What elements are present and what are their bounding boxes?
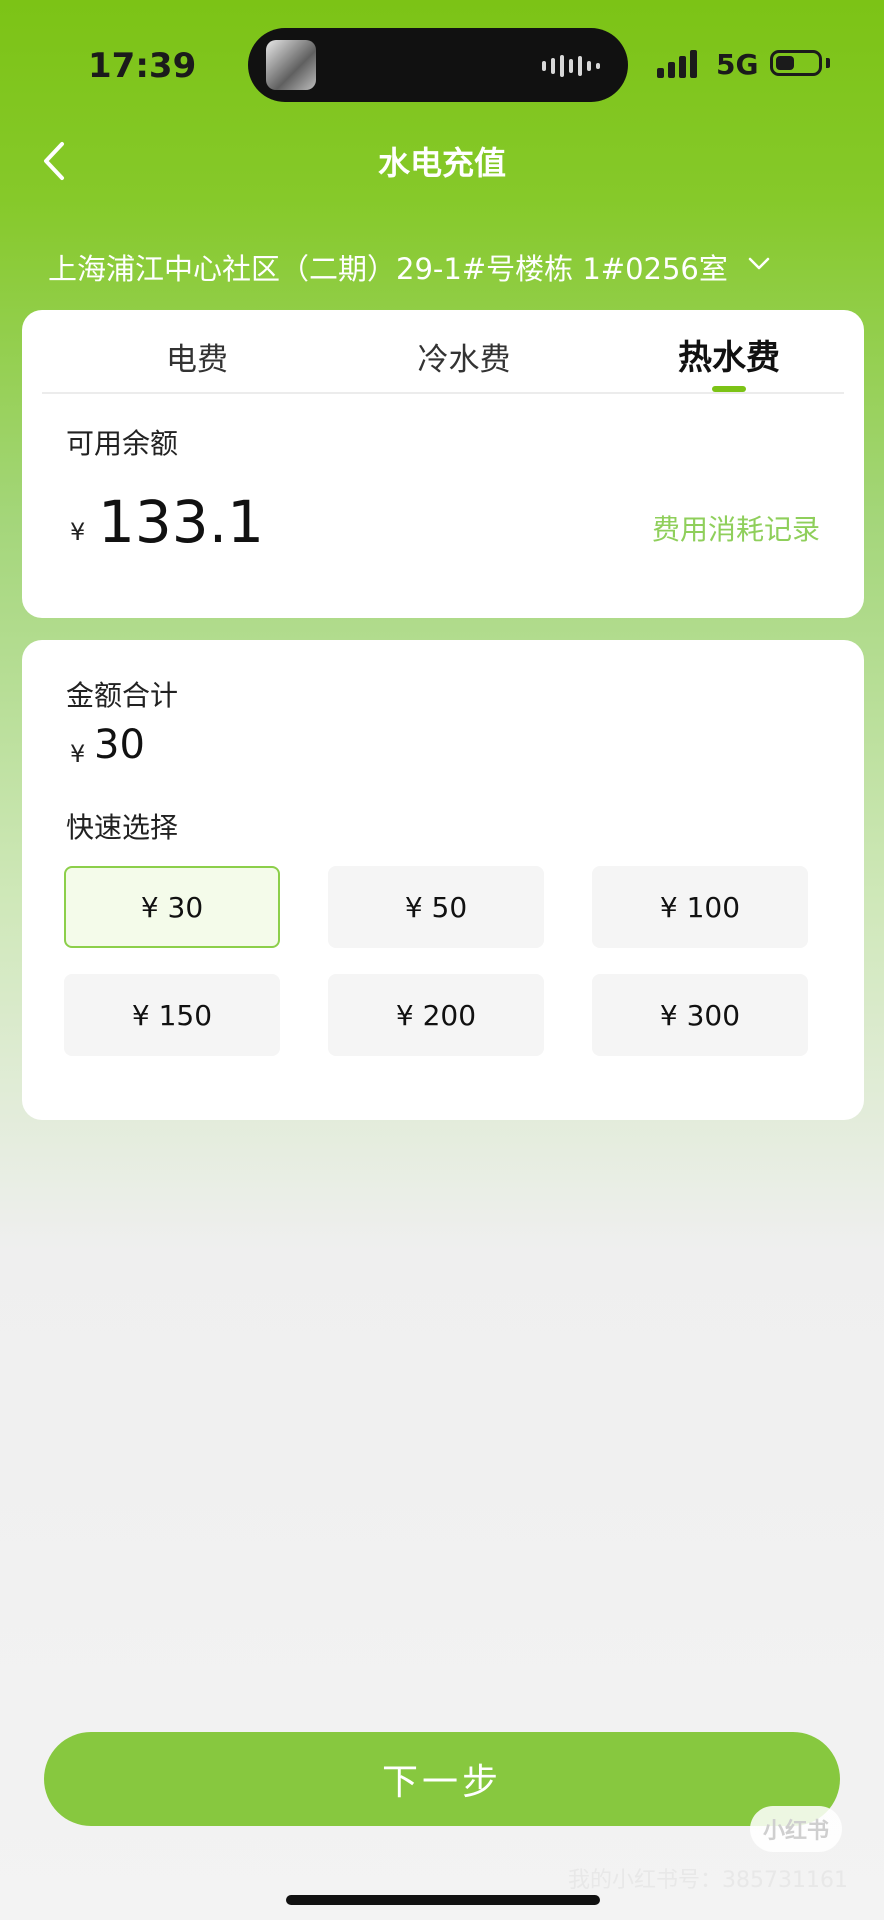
- address-selector[interactable]: 上海浦江中心社区（二期）29-1#号楼栋 1#0256室: [48, 246, 770, 288]
- fee-tabs: 电费 冷水费 热水费: [42, 310, 844, 394]
- amount-option-300[interactable]: ¥ 300: [592, 974, 808, 1056]
- balance-card: 电费 冷水费 热水费 可用余额 ¥ 133.1 费用消耗记录: [22, 310, 864, 618]
- amount-option-100[interactable]: ¥ 100: [592, 866, 808, 948]
- active-tab-indicator: [712, 386, 746, 392]
- total-amount-label: 金额合计: [66, 679, 179, 712]
- balance-currency: ¥: [70, 518, 86, 546]
- amount-option-150[interactable]: ¥ 150: [64, 974, 280, 1056]
- watermark-logo: 小红书: [750, 1806, 842, 1852]
- home-indicator[interactable]: [286, 1895, 600, 1905]
- balance-label: 可用余额: [66, 427, 179, 460]
- audio-wave-icon: [542, 54, 600, 78]
- status-time: 17:39: [88, 46, 197, 86]
- dynamic-island[interactable]: [248, 28, 628, 102]
- total-currency: ¥: [70, 740, 86, 768]
- battery-icon: [770, 50, 822, 76]
- address-text: 上海浦江中心社区（二期）29-1#号楼栋 1#0256室: [48, 252, 728, 286]
- tab-cold-water[interactable]: 冷水费: [364, 334, 564, 379]
- tab-hot-water[interactable]: 热水费: [629, 330, 829, 379]
- tab-electricity[interactable]: 电费: [97, 334, 297, 379]
- next-step-button[interactable]: 下一步: [44, 1732, 840, 1826]
- amount-option-50[interactable]: ¥ 50: [328, 866, 544, 948]
- amount-option-200[interactable]: ¥ 200: [328, 974, 544, 1056]
- consumption-records-link[interactable]: 费用消耗记录: [652, 508, 820, 548]
- amount-option-30[interactable]: ¥ 30: [64, 866, 280, 948]
- balance-value: 133.1: [98, 488, 265, 556]
- status-bar: 17:39 5G: [0, 0, 884, 130]
- quick-select-label: 快速选择: [66, 811, 179, 844]
- amount-card: 金额合计 ¥ 30 快速选择 ¥ 30 ¥ 50 ¥ 100 ¥ 150 ¥ 2…: [22, 640, 864, 1120]
- page-title: 水电充值: [377, 144, 506, 182]
- battery-tip: [826, 58, 830, 68]
- media-thumbnail: [266, 40, 316, 90]
- total-amount-value: 30: [94, 722, 145, 768]
- watermark-text: 我的小红书号：385731161: [568, 1868, 848, 1893]
- network-type: 5G: [716, 48, 759, 81]
- cellular-signal-icon: [657, 50, 697, 78]
- chevron-down-icon: [748, 257, 770, 270]
